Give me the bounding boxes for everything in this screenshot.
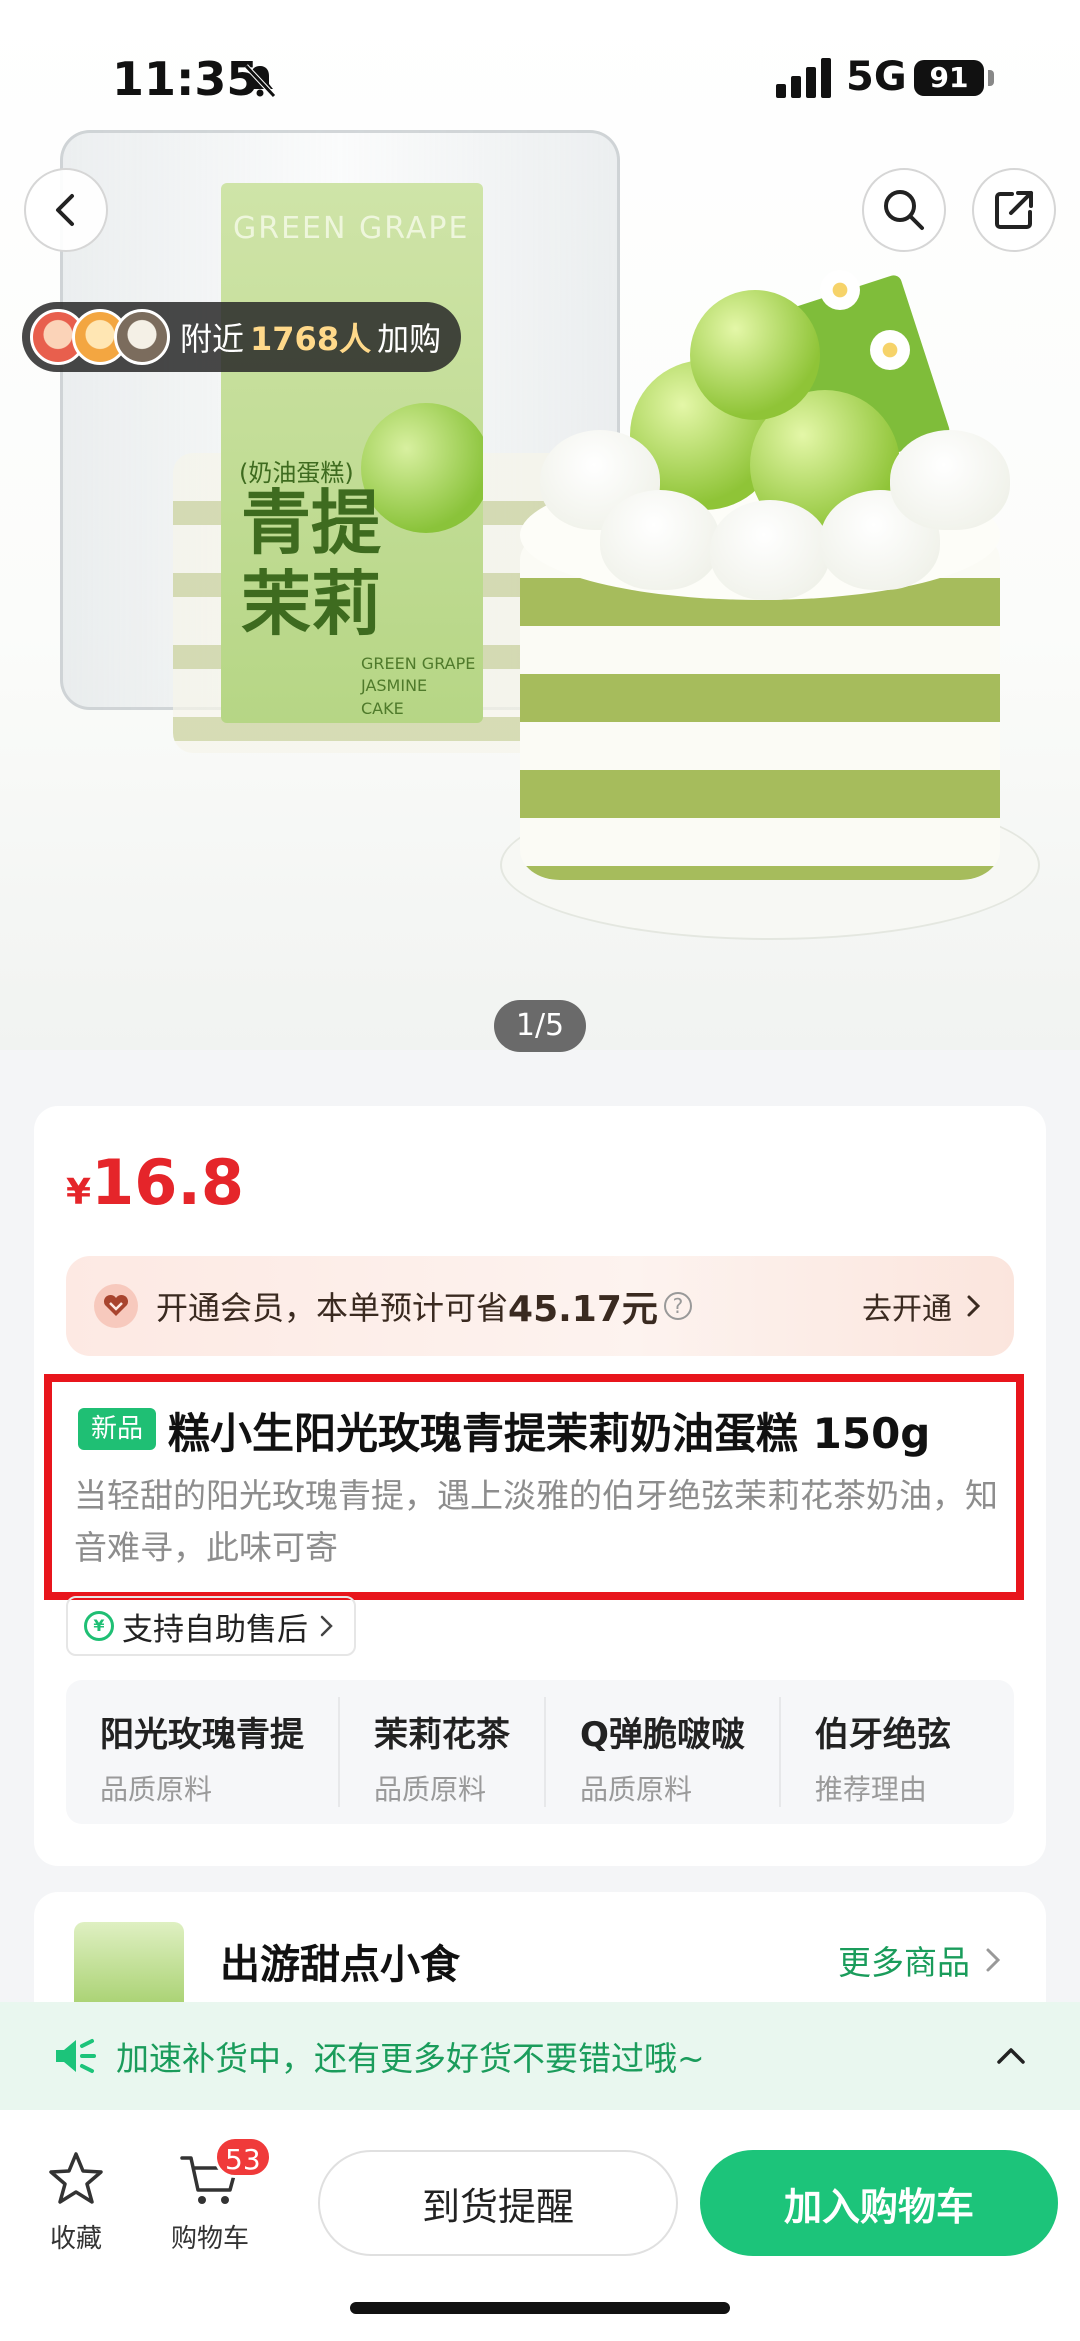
product-info-card: ¥16.8 开通会员，本单预计可省 45.17元 ? 去开通 新品 糕小生阳光玫… bbox=[34, 1106, 1046, 1866]
restock-notice-bar[interactable]: 加速补货中，还有更多好货不要错过哦~ bbox=[0, 2002, 1080, 2110]
chevron-left-icon bbox=[56, 194, 74, 226]
price-value: 16.8 bbox=[91, 1146, 245, 1219]
cream-dollop bbox=[890, 430, 1010, 530]
speaker-icon bbox=[56, 2039, 96, 2073]
more-products-link[interactable]: 更多商品 bbox=[838, 1936, 1006, 1984]
chevron-right-icon bbox=[986, 1948, 1001, 1972]
restock-text: 加速补货中，还有更多好货不要错过哦~ bbox=[116, 2039, 705, 2078]
product-title-highlight: 新品 糕小生阳光玫瑰青提茉莉奶油蛋糕 150g 当轻甜的阳光玫瑰青提，遇上淡雅的… bbox=[44, 1374, 1024, 1600]
network-type: 5G bbox=[846, 54, 907, 100]
heart-icon bbox=[94, 1284, 138, 1328]
help-icon[interactable]: ? bbox=[663, 1292, 692, 1320]
nearby-count: 1768人 bbox=[250, 320, 372, 358]
more-products-label: 更多商品 bbox=[838, 1943, 970, 1982]
feature-title: 伯牙绝弦 bbox=[814, 1715, 951, 1755]
chevron-right-icon bbox=[967, 1295, 981, 1317]
collection-title: 出游甜点小食 bbox=[220, 1942, 460, 1988]
price-symbol: ¥ bbox=[66, 1172, 92, 1213]
price: ¥16.8 bbox=[66, 1146, 244, 1219]
nearby-buyers-text: 附近 1768人 加购 bbox=[180, 314, 441, 360]
star-icon bbox=[49, 2152, 103, 2204]
package-label-name-line1: 青提 bbox=[241, 482, 381, 564]
nearby-prefix: 附近 bbox=[180, 320, 245, 358]
new-badge: 新品 bbox=[78, 1408, 156, 1450]
package-label-name-line2: 茉莉 bbox=[241, 562, 381, 645]
product-description: 当轻甜的阳光玫瑰青提，遇上淡雅的伯牙绝弦茉莉花茶奶油，知音难寻，此味可寄 bbox=[74, 1476, 998, 1567]
member-cta-label: 去开通 bbox=[862, 1292, 952, 1327]
feature-title: 阳光玫瑰青提 bbox=[100, 1715, 304, 1755]
share-icon bbox=[995, 191, 1033, 229]
package-label: GREEN GRAPE (奶油蛋糕) 青提 茉莉 GREEN GRAPE JAS… bbox=[221, 183, 483, 723]
member-open-link[interactable]: 去开通 bbox=[862, 1284, 986, 1328]
chevron-right-icon bbox=[320, 1615, 333, 1637]
status-time: 11:35 bbox=[112, 52, 259, 106]
chevron-up-icon[interactable] bbox=[994, 2044, 1028, 2068]
avatar-group bbox=[30, 309, 170, 365]
member-text: 开通会员，本单预计可省 bbox=[156, 1289, 509, 1327]
image-pager: 1/5 bbox=[494, 1000, 586, 1052]
aftersale-label: 支持自助售后 bbox=[122, 1611, 308, 1648]
feature-item: 伯牙绝弦 推荐理由 bbox=[781, 1697, 985, 1807]
feature-item: Q弹脆啵啵 品质原料 bbox=[546, 1697, 781, 1807]
search-button[interactable] bbox=[862, 168, 946, 252]
restock-reminder-button[interactable]: 到货提醒 bbox=[318, 2150, 678, 2256]
product-image-gallery[interactable]: GREEN GRAPE (奶油蛋糕) 青提 茉莉 GREEN GRAPE JAS… bbox=[0, 0, 1080, 1050]
favorite-label: 收藏 bbox=[49, 2224, 102, 2254]
feature-sub: 品质原料 bbox=[374, 1773, 487, 1806]
package-label-foot: GREEN GRAPE JASMINE CAKE bbox=[361, 654, 476, 718]
feature-title: 茉莉花茶 bbox=[374, 1715, 510, 1755]
membership-banner[interactable]: 开通会员，本单预计可省 45.17元 ? 去开通 bbox=[66, 1256, 1014, 1356]
back-button[interactable] bbox=[24, 168, 108, 252]
share-button[interactable] bbox=[972, 168, 1056, 252]
feature-sub: 品质原料 bbox=[100, 1773, 213, 1806]
signal-icon bbox=[776, 58, 831, 98]
self-service-aftersale-link[interactable]: ¥ 支持自助售后 bbox=[66, 1596, 356, 1656]
add-to-cart-button[interactable]: 加入购物车 bbox=[700, 2150, 1058, 2256]
status-bar: 11:35 5G 91 bbox=[0, 0, 1080, 150]
cream-dollop bbox=[710, 500, 830, 600]
cream-dollop bbox=[600, 490, 720, 590]
product-title: 糕小生阳光玫瑰青提茉莉奶油蛋糕 150g bbox=[168, 1409, 931, 1458]
cart-count-badge: 53 bbox=[214, 2136, 272, 2178]
battery-icon: 91 bbox=[914, 60, 984, 96]
nearby-suffix: 加购 bbox=[377, 320, 442, 358]
package-label-name: 青提 茉莉 bbox=[241, 483, 381, 644]
yuan-circle-icon: ¥ bbox=[84, 1611, 114, 1641]
home-indicator bbox=[350, 2302, 730, 2314]
feature-item: 茉莉花茶 品质原料 bbox=[340, 1697, 546, 1807]
cake-photo bbox=[500, 270, 1040, 940]
member-saving-amount: 45.17元 bbox=[508, 1289, 658, 1330]
jasmine-flower bbox=[870, 330, 910, 370]
jasmine-flower bbox=[820, 270, 860, 310]
battery-tip bbox=[988, 70, 994, 86]
feature-title: Q弹脆啵啵 bbox=[580, 1715, 745, 1755]
nearby-buyers-pill: 附近 1768人 加购 bbox=[22, 302, 462, 372]
favorite-button[interactable]: 收藏 bbox=[36, 2150, 116, 2255]
bell-muted-icon bbox=[244, 64, 276, 98]
feature-highlights[interactable]: 阳光玫瑰青提 品质原料 茉莉花茶 品质原料 Q弹脆啵啵 品质原料 伯牙绝弦 推荐… bbox=[66, 1680, 1014, 1824]
search-icon bbox=[884, 190, 924, 230]
grape-decoration bbox=[690, 290, 820, 420]
cart-button[interactable]: 53 购物车 bbox=[160, 2136, 272, 2255]
cart-label: 购物车 bbox=[170, 2224, 249, 2254]
package-label-title: GREEN GRAPE bbox=[233, 211, 470, 246]
feature-sub: 推荐理由 bbox=[814, 1773, 927, 1806]
feature-item: 阳光玫瑰青提 品质原料 bbox=[66, 1697, 340, 1807]
avatar bbox=[114, 309, 170, 365]
feature-sub: 品质原料 bbox=[580, 1773, 693, 1806]
